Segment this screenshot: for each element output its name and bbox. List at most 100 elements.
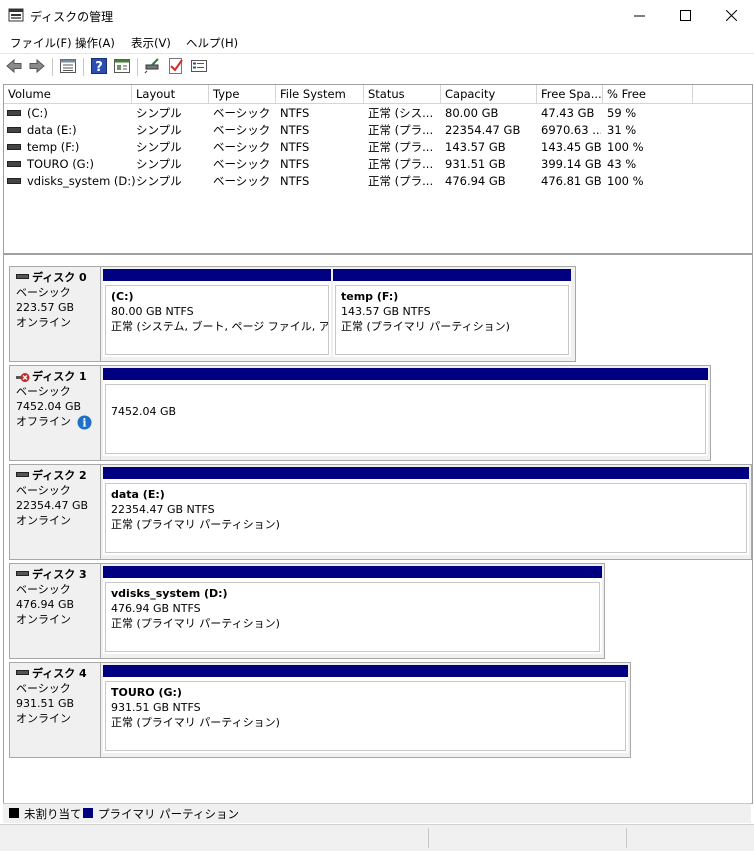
disk-info-4[interactable]: ディスク 4 ベーシック 931.51 GB オンライン [9,662,101,758]
connect-icon[interactable] [144,57,162,75]
filesystem-cell: NTFS [280,140,310,154]
disk-size: 931.51 GB [16,697,75,710]
status-divider [428,828,429,848]
volume-list-header: Volume Layout Type File System Status Ca… [4,85,752,104]
volume-cell: temp (F:) [7,139,79,156]
partition-size: 143.57 GB NTFS [341,305,431,318]
column-header-percent-free[interactable]: % Free [603,85,693,103]
disk-state: オンライン [16,613,71,626]
partition-details: vdisks_system (D:) 476.94 GB NTFS 正常 (プラ… [105,582,600,652]
disk-info-2[interactable]: ディスク 2 ベーシック 22354.47 GB オンライン [9,464,101,560]
primary-partition-bar [103,566,602,578]
primary-partition-bar [103,368,708,380]
menu-bar: ファイル(F) 操作(A) 表示(V) ヘルプ(H) [0,32,754,52]
volume-name: TOURO (G:) [27,157,94,171]
capacity-cell: 931.51 GB [445,157,506,171]
primary-partition-bar [103,665,628,677]
status-cell: 正常 (プラ... [368,123,434,137]
disk-graphical-view[interactable]: ディスク 0 ベーシック 223.57 GB オンライン (C:) 80.00 … [3,254,753,804]
column-header-free-space[interactable]: Free Spa... [537,85,603,103]
disk-size: 7452.04 GB [16,400,82,413]
disk-info-3[interactable]: ディスク 3 ベーシック 476.94 GB オンライン [9,563,101,659]
minimize-button[interactable] [616,0,662,31]
primary-partition-bar [103,269,331,281]
column-header-filesystem[interactable]: File System [276,85,364,103]
disk-state: オンライン [16,514,71,527]
back-icon[interactable] [5,57,23,75]
partition-title: vdisks_system (D:) [111,587,228,600]
close-button[interactable] [708,0,754,31]
disk-type: ベーシック [16,286,71,299]
partition-c[interactable]: (C:) 80.00 GB NTFS 正常 (システム, ブート, ページ ファ… [103,269,331,357]
percent-free-cell: 31 % [607,123,637,137]
partition-size: 80.00 GB NTFS [111,305,194,318]
filesystem-cell: NTFS [280,157,310,171]
disk-label: ディスク 1 [16,369,100,384]
table-row[interactable]: (C:) シンプル ベーシック NTFS 正常 (シス... 80.00 GB … [4,105,752,122]
layout-cell: シンプル [136,140,182,154]
partition-details: TOURO (G:) 931.51 GB NTFS 正常 (プライマリ パーティ… [105,681,626,751]
column-header-type[interactable]: Type [209,85,276,103]
partition-details: temp (F:) 143.57 GB NTFS 正常 (プライマリ パーティシ… [335,285,569,355]
partition-f[interactable]: temp (F:) 143.57 GB NTFS 正常 (プライマリ パーティシ… [333,269,571,357]
svg-text:?: ? [95,60,103,75]
maximize-icon [679,10,691,21]
disk-label: ディスク 3 [16,567,100,582]
partition-status: 正常 (システム, ブート, ページ ファイル, アクティブ [111,320,329,333]
menu-help[interactable]: ヘルプ(H) [186,35,238,51]
forward-icon[interactable] [28,57,46,75]
disk-info-1[interactable]: ディスク 1 ベーシック 7452.04 GB オフライン i [9,365,101,461]
menu-file[interactable]: ファイル(F) [10,35,72,51]
disk-icon [16,570,29,576]
disk-type: ベーシック [16,484,71,497]
table-row[interactable]: vdisks_system (D:) シンプル ベーシック NTFS 正常 (プ… [4,173,752,190]
partition-disk1[interactable]: 7452.04 GB [103,368,708,456]
partition-details: 7452.04 GB [105,384,706,454]
column-header-capacity[interactable]: Capacity [441,85,537,103]
table-row[interactable]: data (E:) シンプル ベーシック NTFS 正常 (プラ... 2235… [4,122,752,139]
info-icon[interactable]: i [77,415,92,430]
drive-icon [7,109,21,116]
disk-type: ベーシック [16,583,71,596]
settings-icon[interactable] [190,57,208,75]
maximize-button[interactable] [662,0,708,31]
partition-e[interactable]: data (E:) 22354.47 GB NTFS 正常 (プライマリ パーテ… [103,467,749,555]
partition-status: 正常 (プライマリ パーティション) [111,518,280,531]
partition-g[interactable]: TOURO (G:) 931.51 GB NTFS 正常 (プライマリ パーティ… [103,665,628,753]
column-header-layout[interactable]: Layout [132,85,209,103]
disk-state: オンライン [16,712,71,725]
disk-name: ディスク 1 [32,370,87,383]
column-header-status[interactable]: Status [364,85,441,103]
layout-cell: シンプル [136,157,182,171]
status-divider [626,828,627,848]
filesystem-cell: NTFS [280,174,310,188]
table-row[interactable]: temp (F:) シンプル ベーシック NTFS 正常 (プラ... 143.… [4,139,752,156]
disk-info-0[interactable]: ディスク 0 ベーシック 223.57 GB オンライン [9,266,101,362]
column-header-volume[interactable]: Volume [4,85,132,103]
toolbar-divider [52,58,53,76]
properties-icon[interactable] [113,57,131,75]
partition-size: 7452.04 GB [111,405,177,418]
volume-name: (C:) [27,106,48,120]
svg-text:i: i [82,416,86,429]
disk-management-icon [8,8,24,22]
volume-cell: TOURO (G:) [7,156,94,173]
list-view-icon[interactable] [59,57,77,75]
volume-cell: vdisks_system (D:) [7,173,136,190]
toolbar-divider [137,58,138,76]
help-icon[interactable]: ? [90,57,108,75]
disk-name: ディスク 2 [32,469,87,482]
type-cell: ベーシック [213,157,271,171]
menu-view[interactable]: 表示(V) [131,35,171,51]
check-icon[interactable] [167,57,185,75]
drive-icon [7,177,21,184]
partition-d[interactable]: vdisks_system (D:) 476.94 GB NTFS 正常 (プラ… [103,566,602,654]
table-row[interactable]: TOURO (G:) シンプル ベーシック NTFS 正常 (プラ... 931… [4,156,752,173]
type-cell: ベーシック [213,140,271,154]
percent-free-cell: 100 % [607,174,644,188]
volume-list[interactable]: Volume Layout Type File System Status Ca… [3,84,753,254]
menu-action[interactable]: 操作(A) [75,35,115,51]
layout-cell: シンプル [136,174,182,188]
free-space-cell: 399.14 GB [541,157,601,171]
partition-details: data (E:) 22354.47 GB NTFS 正常 (プライマリ パーテ… [105,483,747,553]
